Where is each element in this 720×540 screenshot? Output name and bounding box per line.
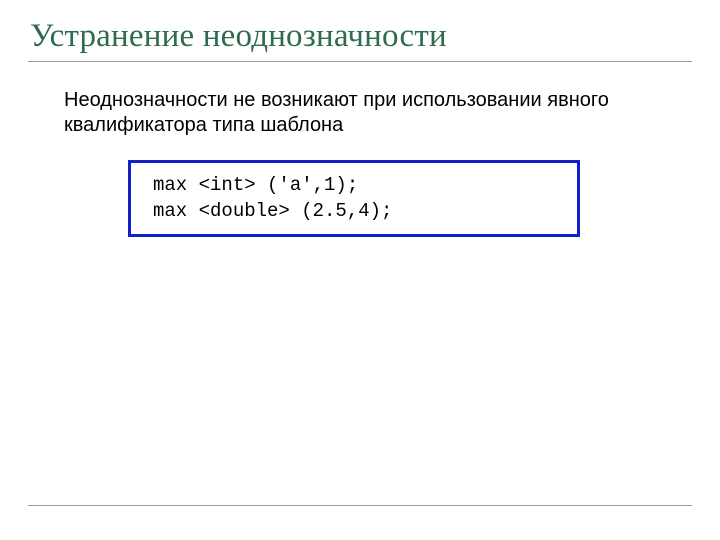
slide: Устранение неоднозначности Неоднозначнос…	[0, 0, 720, 540]
code-example-box: max <int> ('a',1); max <double> (2.5,4);	[128, 160, 580, 237]
divider-bottom	[28, 505, 692, 506]
divider-top	[28, 61, 692, 62]
slide-body-text: Неоднозначности не возникают при использ…	[64, 88, 624, 138]
code-example: max <int> ('a',1); max <double> (2.5,4);	[153, 173, 559, 224]
slide-title: Устранение неоднозначности	[30, 18, 692, 55]
